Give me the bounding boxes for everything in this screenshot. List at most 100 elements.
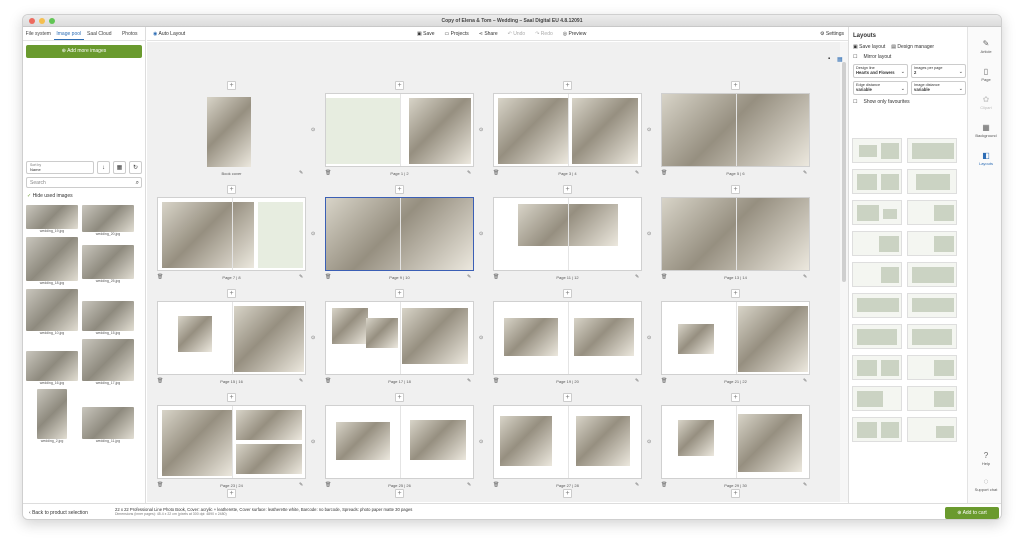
tab-image-pool[interactable]: Image pool bbox=[53, 27, 84, 40]
layout-thumbnail[interactable] bbox=[907, 293, 957, 318]
photo-frame[interactable] bbox=[738, 414, 802, 472]
trash-icon[interactable]: 🗑 bbox=[493, 274, 499, 280]
trash-icon[interactable]: 🗑 bbox=[493, 170, 499, 176]
add-spread-above-button[interactable]: + bbox=[227, 289, 236, 298]
photo-frame[interactable] bbox=[572, 98, 638, 164]
edit-icon[interactable]: ✎ bbox=[299, 482, 303, 488]
search-input[interactable]: Search ⌕ bbox=[26, 177, 142, 188]
spread-4[interactable] bbox=[661, 93, 810, 167]
background-area[interactable] bbox=[258, 202, 303, 268]
page-tool[interactable]: ▯ Page bbox=[968, 67, 1001, 82]
swap-spread-icon[interactable]: ⊙ bbox=[311, 335, 315, 341]
layout-thumbnail[interactable] bbox=[907, 355, 957, 380]
image-thumbnail[interactable]: wedding_16.jpg bbox=[26, 339, 78, 387]
spread-13[interactable] bbox=[157, 405, 306, 479]
mirror-layout-checkbox[interactable]: ☐ Mirror layout bbox=[849, 52, 966, 62]
add-spread-above-button[interactable]: + bbox=[731, 185, 740, 194]
layout-thumbnail[interactable] bbox=[907, 138, 957, 163]
spread-3[interactable] bbox=[493, 93, 642, 167]
spread-7[interactable] bbox=[493, 197, 642, 271]
add-spread-above-button[interactable]: + bbox=[563, 81, 572, 90]
layout-thumbnail[interactable] bbox=[852, 417, 902, 442]
image-thumbnail[interactable]: wedding_17.jpg bbox=[82, 339, 134, 387]
photo-frame[interactable] bbox=[410, 420, 466, 460]
add-spread-above-button[interactable]: + bbox=[563, 289, 572, 298]
spread-9[interactable] bbox=[157, 301, 306, 375]
add-spread-below-button[interactable]: + bbox=[563, 489, 572, 498]
layout-thumbnail[interactable] bbox=[852, 231, 902, 256]
image-thumbnail[interactable]: wedding_2.jpg bbox=[26, 389, 78, 447]
photo-frame[interactable] bbox=[678, 324, 714, 354]
grid-view-icon[interactable]: ▦ bbox=[837, 56, 843, 63]
image-thumbnail[interactable]: wedding_19.jpg bbox=[26, 205, 78, 235]
edit-icon[interactable]: ✎ bbox=[803, 170, 807, 176]
hide-used-checkbox[interactable]: ✓ Hide used images bbox=[27, 193, 73, 199]
background-tool[interactable]: ▦ Background bbox=[968, 123, 1001, 138]
image-distance-select[interactable]: Image distance variable ⌄ bbox=[911, 81, 966, 95]
layout-thumbnail[interactable] bbox=[852, 293, 902, 318]
edit-icon[interactable]: ✎ bbox=[803, 274, 807, 280]
add-spread-above-button[interactable]: + bbox=[731, 393, 740, 402]
edit-icon[interactable]: ✎ bbox=[803, 378, 807, 384]
add-spread-below-button[interactable]: + bbox=[395, 489, 404, 498]
photo-frame[interactable] bbox=[498, 98, 568, 164]
trash-icon[interactable]: 🗑 bbox=[493, 482, 499, 488]
swap-spread-icon[interactable]: ⊙ bbox=[647, 335, 651, 341]
canvas-scrollbar[interactable]: ▪ ▦ bbox=[828, 42, 848, 502]
refresh-icon[interactable]: ↻ bbox=[129, 160, 142, 174]
add-spread-above-button[interactable]: + bbox=[731, 81, 740, 90]
layout-thumbnail[interactable] bbox=[852, 138, 902, 163]
trash-icon[interactable]: 🗑 bbox=[325, 170, 331, 176]
sort-direction-icon[interactable]: ↓ bbox=[97, 160, 110, 174]
photo-frame[interactable] bbox=[366, 318, 398, 348]
clipart-tool[interactable]: ✿ Clipart bbox=[968, 95, 1001, 110]
undo-button[interactable]: ↶ Undo bbox=[508, 27, 526, 41]
spread-12[interactable] bbox=[661, 301, 810, 375]
photo-frame[interactable] bbox=[332, 308, 368, 344]
image-thumbnail[interactable]: wedding_20.jpg bbox=[82, 205, 134, 236]
spread-16[interactable] bbox=[661, 405, 810, 479]
spread-2[interactable] bbox=[325, 93, 474, 167]
swap-spread-icon[interactable]: ⊙ bbox=[311, 439, 315, 445]
layout-thumbnail[interactable] bbox=[907, 324, 957, 349]
photo-frame[interactable] bbox=[504, 318, 558, 356]
trash-icon[interactable]: 🗑 bbox=[325, 482, 331, 488]
photo-frame[interactable] bbox=[234, 306, 304, 372]
edit-icon[interactable]: ✎ bbox=[635, 170, 639, 176]
spread-1[interactable] bbox=[157, 93, 306, 167]
tab-saal-cloud[interactable]: Saal Cloud bbox=[84, 27, 115, 40]
layout-thumbnail[interactable] bbox=[852, 355, 902, 380]
redo-button[interactable]: ↷ Redo bbox=[535, 27, 553, 41]
photo-frame[interactable] bbox=[678, 420, 714, 456]
spread-14[interactable] bbox=[325, 405, 474, 479]
image-thumbnail[interactable]: wedding_10.jpg bbox=[26, 289, 78, 337]
swap-spread-icon[interactable]: ⊙ bbox=[647, 439, 651, 445]
trash-icon[interactable]: 🗑 bbox=[661, 274, 667, 280]
sort-select[interactable]: Sort by Name bbox=[26, 160, 94, 174]
trash-icon[interactable]: 🗑 bbox=[661, 170, 667, 176]
design-manager-button[interactable]: ▤ Design manager bbox=[891, 44, 934, 50]
projects-button[interactable]: ▭ Projects bbox=[445, 27, 469, 41]
add-spread-above-button[interactable]: + bbox=[395, 393, 404, 402]
tab-photos[interactable]: Photos bbox=[115, 27, 146, 40]
photo-frame[interactable] bbox=[500, 416, 552, 466]
design-line-select[interactable]: Design line Hearts and Flowers ⌄ bbox=[853, 64, 908, 78]
layout-thumbnail[interactable] bbox=[852, 169, 902, 194]
edge-distance-select[interactable]: Edge distance variable ⌄ bbox=[853, 81, 908, 95]
photo-frame[interactable] bbox=[574, 318, 634, 356]
background-area[interactable] bbox=[326, 98, 400, 164]
image-thumbnail[interactable]: wedding_11.jpg bbox=[82, 389, 134, 447]
images-per-page-select[interactable]: Images per page 2 ⌄ bbox=[911, 64, 966, 78]
back-to-product-button[interactable]: ‹ Back to product selection bbox=[29, 504, 88, 519]
photo-frame[interactable] bbox=[336, 422, 390, 460]
tab-file-system[interactable]: File system bbox=[23, 27, 54, 40]
trash-icon[interactable]: 🗑 bbox=[157, 378, 163, 384]
add-spread-above-button[interactable]: + bbox=[395, 289, 404, 298]
swap-spread-icon[interactable]: ⊙ bbox=[311, 127, 315, 133]
save-button[interactable]: ▣ Save bbox=[417, 27, 435, 41]
swap-spread-icon[interactable]: ⊙ bbox=[479, 335, 483, 341]
spread-5[interactable] bbox=[157, 197, 306, 271]
trash-icon[interactable]: 🗑 bbox=[325, 274, 331, 280]
add-spread-above-button[interactable]: + bbox=[227, 81, 236, 90]
spread-11[interactable] bbox=[493, 301, 642, 375]
